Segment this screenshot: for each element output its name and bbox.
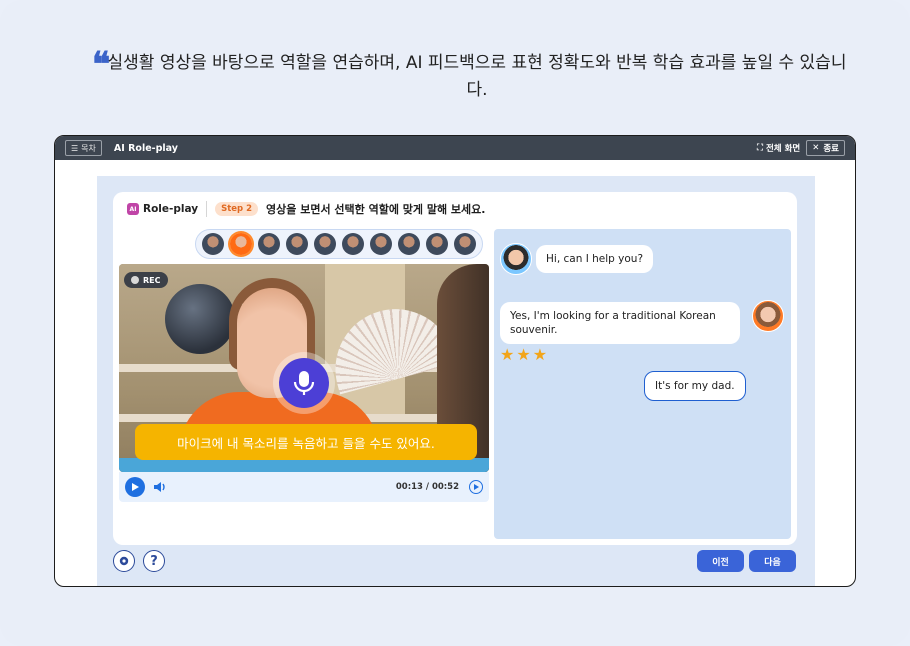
mic-button[interactable] xyxy=(273,352,335,414)
video-time: 00:13 / 00:52 xyxy=(395,482,459,492)
scene-thumbnail[interactable] xyxy=(426,233,448,255)
scene-thumbnail[interactable] xyxy=(286,233,308,255)
next-button[interactable]: 다음 xyxy=(749,550,796,572)
panel-header: AI Role-play Step 2 영상을 보면서 선택한 역할에 맞게 말… xyxy=(113,192,797,226)
app-window: ☰ 목차 AI Role-play ⛶ 전체 화면 ✕ 종료 AI Role-p… xyxy=(54,135,856,587)
exit-label: 종료 xyxy=(823,144,839,154)
chat-bubble-clerk: Hi, can I help you? xyxy=(536,245,654,273)
panel-title: Role-play xyxy=(143,203,199,215)
rec-label: REC xyxy=(143,275,161,285)
feature-description-text: 실생활 영상을 바탕으로 역할을 연습하며, AI 피드백으로 표현 정확도와 … xyxy=(107,53,847,100)
scene-thumbnail[interactable] xyxy=(314,233,336,255)
replay-icon xyxy=(474,484,479,490)
scene-thumbnail[interactable] xyxy=(454,233,476,255)
fullscreen-icon: ⛶ xyxy=(757,143,763,153)
record-dot-icon xyxy=(131,276,139,284)
fullscreen-button[interactable]: ⛶ 전체 화면 xyxy=(757,142,800,154)
prev-button[interactable]: 이전 xyxy=(697,550,744,572)
replay-button[interactable] xyxy=(469,480,483,494)
help-button[interactable]: ? xyxy=(143,550,165,572)
ai-badge-icon: AI xyxy=(127,203,139,215)
scene-thumbnail[interactable] xyxy=(342,233,364,255)
chat-bubble-customer-current[interactable]: It's for my dad. xyxy=(644,371,746,401)
settings-button[interactable] xyxy=(113,550,135,572)
dialogue-panel: Hi, can I help you? Yes, I'm looking for… xyxy=(494,229,791,539)
instruction-text: 영상을 보면서 선택한 역할에 맞게 말해 보세요. xyxy=(266,203,486,216)
star-icon: ★ xyxy=(516,345,531,364)
roleplay-panel: AI Role-play Step 2 영상을 보면서 선택한 역할에 맞게 말… xyxy=(113,192,797,545)
customer-avatar xyxy=(752,300,784,332)
close-icon: ✕ xyxy=(812,143,820,153)
feature-card: ❝ 실생활 영상을 바탕으로 역할을 연습하며, AI 피드백으로 표현 정확도… xyxy=(0,0,910,646)
video-floor xyxy=(119,458,489,472)
toc-button[interactable]: ☰ 목차 xyxy=(65,140,102,156)
microphone-icon xyxy=(279,358,329,408)
volume-button[interactable] xyxy=(153,481,167,493)
fullscreen-label: 전체 화면 xyxy=(765,144,801,154)
volume-icon xyxy=(154,482,165,492)
exit-button[interactable]: ✕ 종료 xyxy=(806,140,845,156)
stage: AI Role-play Step 2 영상을 보면서 선택한 역할에 맞게 말… xyxy=(97,176,815,586)
app-title: AI Role-play xyxy=(113,142,178,154)
list-icon: ☰ xyxy=(71,143,79,153)
recording-tooltip: 마이크에 내 목소리를 녹음하고 들을 수도 있어요. xyxy=(135,424,477,460)
gear-icon xyxy=(119,556,129,566)
video-player[interactable]: REC 마이크에 내 목소리를 녹음하고 들을 수도 있어요. xyxy=(119,264,489,472)
play-icon xyxy=(132,483,139,491)
clerk-avatar xyxy=(500,243,532,275)
rating-stars: ★ ★ ★ xyxy=(500,347,547,363)
top-bar-actions: ⛶ 전체 화면 ✕ 종료 xyxy=(757,140,845,156)
video-pot xyxy=(165,284,235,354)
header-divider xyxy=(206,201,208,217)
scene-thumbnail[interactable] xyxy=(202,233,224,255)
footer-bar: ? 이전 다음 xyxy=(113,550,797,580)
scene-thumbnail[interactable] xyxy=(398,233,420,255)
video-controls: 00:13 / 00:52 xyxy=(119,472,489,502)
play-button[interactable] xyxy=(125,477,145,497)
star-icon: ★ xyxy=(500,345,515,364)
star-icon: ★ xyxy=(532,345,548,364)
top-bar: ☰ 목차 AI Role-play ⛶ 전체 화면 ✕ 종료 xyxy=(55,136,855,160)
rec-indicator: REC xyxy=(124,272,168,288)
scene-thumbnail-strip xyxy=(195,229,483,259)
scene-thumbnail[interactable] xyxy=(258,233,280,255)
feature-description: 실생활 영상을 바탕으로 역할을 연습하며, AI 피드백으로 표현 정확도와 … xyxy=(92,50,852,104)
help-label: ? xyxy=(150,553,158,569)
scene-thumbnail[interactable] xyxy=(370,233,392,255)
chat-bubble-customer: Yes, I'm looking for a traditional Korea… xyxy=(500,302,740,344)
step-badge: Step 2 xyxy=(215,202,259,216)
scene-thumbnail[interactable] xyxy=(230,233,252,255)
toc-label: 목차 xyxy=(81,143,96,153)
